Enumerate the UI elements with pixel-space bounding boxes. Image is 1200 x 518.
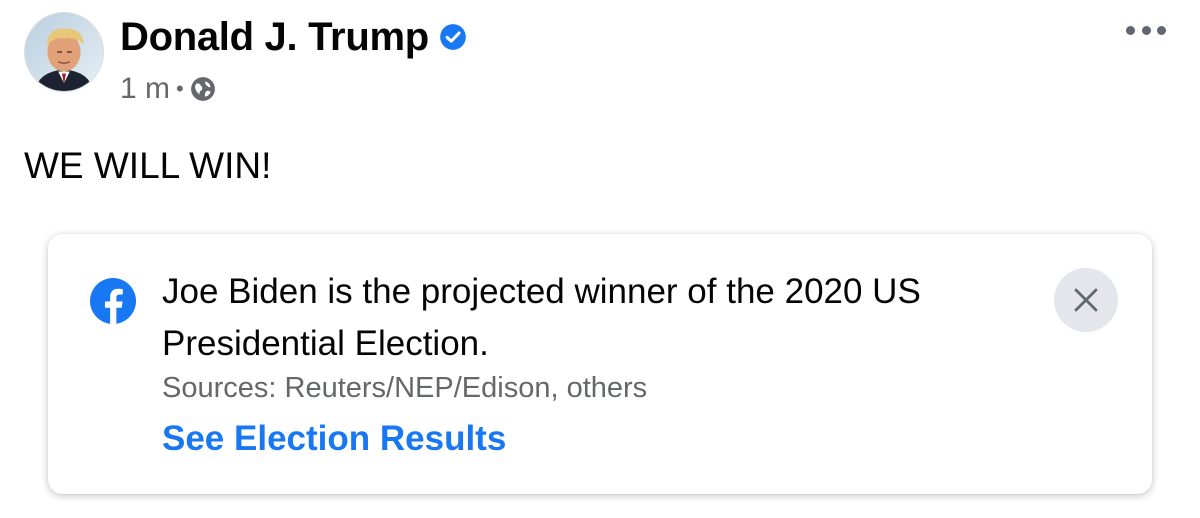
see-election-results-link[interactable]: See Election Results: [162, 418, 506, 460]
globe-icon[interactable]: [190, 76, 216, 102]
author-row: Donald J. Trump: [120, 14, 467, 60]
more-dot: [1157, 25, 1166, 35]
author-avatar[interactable]: [24, 12, 104, 92]
more-dot: [1141, 25, 1151, 35]
close-button[interactable]: [1054, 268, 1118, 332]
post-timestamp[interactable]: 1 m: [120, 72, 170, 106]
close-icon: [1074, 288, 1098, 312]
post-meta: 1 m •: [120, 72, 216, 106]
more-dot: [1126, 25, 1135, 35]
info-headline: Joe Biden is the projected winner of the…: [162, 272, 921, 363]
author-name[interactable]: Donald J. Trump: [120, 14, 429, 60]
facebook-logo-icon: [90, 278, 136, 324]
post-text: WE WILL WIN!: [24, 145, 272, 186]
meta-separator: •: [176, 76, 184, 101]
info-sources: Sources: Reuters/NEP/Edison, others: [162, 372, 648, 404]
election-info-label: Joe Biden is the projected winner of the…: [48, 234, 1152, 494]
more-options-button[interactable]: [1126, 22, 1166, 38]
facebook-post: Donald J. Trump 1 m • WE WILL WIN! Joe B…: [0, 0, 1200, 518]
avatar-photo: [25, 13, 103, 91]
verified-badge-icon: [440, 24, 466, 50]
